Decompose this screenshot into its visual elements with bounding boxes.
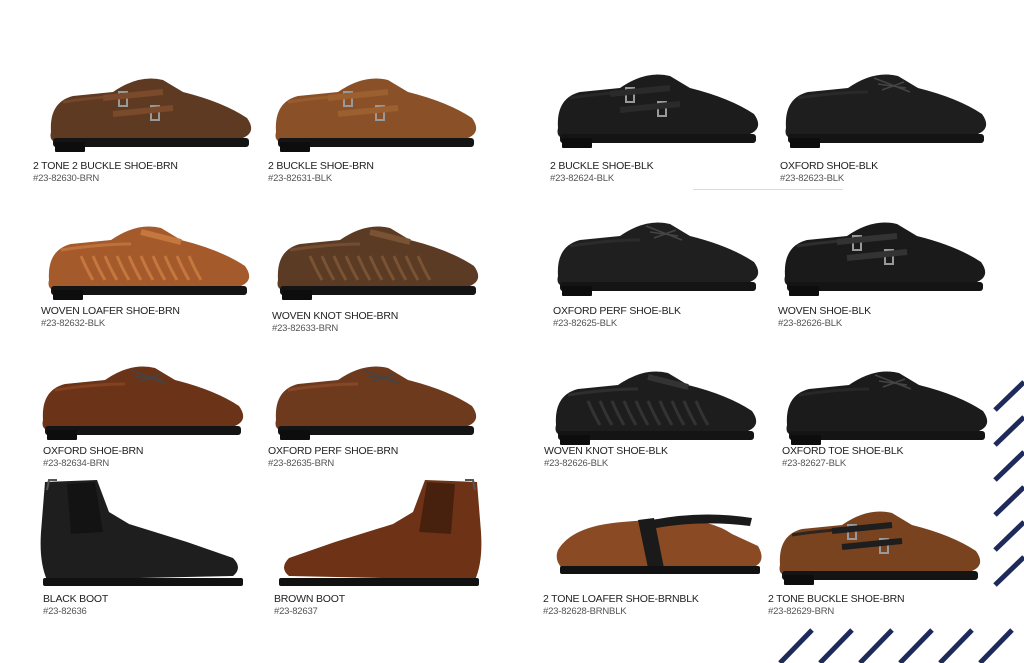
- shoe-image: [275, 366, 477, 440]
- product-name: 2 TONE 2 BUCKLE SHOE-BRN: [33, 160, 178, 172]
- product-code: #23-82632-BLK: [41, 318, 105, 329]
- product-name: OXFORD TOE SHOE-BLK: [782, 445, 904, 457]
- shoe-image: [557, 74, 759, 148]
- shoe-image: [786, 371, 988, 445]
- shoe-image: [279, 479, 482, 586]
- product-code: #23-82626-BLK: [778, 318, 842, 329]
- product-card[interactable]: BROWN BOOT #23-82637: [265, 472, 485, 617]
- product-card[interactable]: OXFORD TOE SHOE-BLK #23-82627-BLK: [779, 355, 999, 480]
- shoe-image: [556, 514, 762, 574]
- shoe-image: [785, 74, 987, 148]
- product-card[interactable]: BLACK BOOT #23-82636: [37, 472, 257, 617]
- product-code: #23-82635-BRN: [268, 458, 335, 469]
- product-code: #23-82627-BLK: [782, 458, 846, 469]
- product-name: 2 TONE BUCKLE SHOE-BRN: [768, 593, 905, 605]
- product-card[interactable]: 2 TONE LOAFER SHOE-BRNBLK #23-82628-BRNB…: [543, 500, 772, 625]
- product-code: #23-82624-BLK: [550, 173, 614, 184]
- shoe-image: [40, 479, 243, 586]
- stripe: [993, 380, 1024, 412]
- product-code: #23-82625-BLK: [553, 318, 617, 329]
- product-card[interactable]: WOVEN KNOT SHOE-BLK #23-82626-BLK: [544, 355, 768, 480]
- product-code: #23-82636: [43, 606, 87, 617]
- shoe-image: [48, 226, 250, 300]
- shoe-image: [779, 511, 981, 585]
- product-name: WOVEN LOAFER SHOE-BRN: [41, 305, 180, 317]
- product-code: #23-82634-BRN: [43, 458, 110, 469]
- product-name: WOVEN KNOT SHOE-BLK: [544, 445, 668, 457]
- stripe: [938, 628, 974, 663]
- stripe: [898, 628, 934, 663]
- product-card[interactable]: OXFORD PERF SHOE-BRN #23-82635-BRN: [268, 350, 488, 475]
- product-card[interactable]: WOVEN SHOE-BLK #23-82626-BLK: [777, 206, 997, 331]
- product-card[interactable]: 2 BUCKLE SHOE-BLK #23-82624-BLK: [550, 58, 770, 186]
- product-code: #23-82631-BLK: [268, 173, 332, 184]
- product-code: #23-82633-BRN: [272, 323, 339, 334]
- product-card[interactable]: 2 TONE 2 BUCKLE SHOE-BRN #23-82630-BRN: [33, 62, 253, 187]
- stripe: [993, 415, 1024, 447]
- product-name: WOVEN SHOE-BLK: [778, 305, 871, 317]
- product-name: OXFORD SHOE-BRN: [43, 445, 144, 457]
- shoe-image: [50, 78, 252, 152]
- stripe: [993, 520, 1024, 552]
- product-name: 2 TONE LOAFER SHOE-BRNBLK: [543, 593, 699, 605]
- product-card[interactable]: OXFORD PERF SHOE-BLK #23-82625-BLK: [550, 206, 770, 331]
- shoe-image: [557, 222, 759, 296]
- divider-line: [693, 189, 843, 190]
- stripe: [858, 628, 894, 663]
- product-name: 2 BUCKLE SHOE-BRN: [268, 160, 374, 172]
- product-card[interactable]: WOVEN KNOT SHOE-BRN #23-82633-BRN: [270, 210, 490, 335]
- shoe-image: [555, 371, 757, 445]
- product-code: #23-82626-BLK: [544, 458, 608, 469]
- product-code: #23-82629-BRN: [768, 606, 835, 617]
- product-name: 2 BUCKLE SHOE-BLK: [550, 160, 654, 172]
- shoe-image: [277, 226, 479, 300]
- product-code: #23-82628-BRNBLK: [543, 606, 627, 617]
- stripe: [993, 450, 1024, 482]
- product-name: OXFORD PERF SHOE-BLK: [553, 305, 681, 317]
- product-name: BLACK BOOT: [43, 593, 109, 605]
- product-code: #23-82623-BLK: [780, 173, 844, 184]
- stripe: [993, 555, 1024, 587]
- product-name: OXFORD SHOE-BLK: [780, 160, 878, 172]
- shoe-image: [42, 366, 244, 440]
- product-card[interactable]: OXFORD SHOE-BLK #23-82623-BLK: [778, 58, 998, 186]
- product-card[interactable]: WOVEN LOAFER SHOE-BRN #23-82632-BLK: [41, 210, 261, 335]
- product-card[interactable]: OXFORD SHOE-BRN #23-82634-BRN: [35, 350, 255, 475]
- product-name: BROWN BOOT: [274, 593, 345, 605]
- product-name: OXFORD PERF SHOE-BRN: [268, 445, 399, 457]
- product-name: WOVEN KNOT SHOE-BRN: [272, 310, 399, 322]
- shoe-image: [784, 222, 986, 296]
- stripe: [993, 485, 1024, 517]
- shoe-image: [275, 78, 477, 152]
- product-code: #23-82630-BRN: [33, 173, 100, 184]
- product-card[interactable]: 2 BUCKLE SHOE-BRN #23-82631-BLK: [268, 62, 488, 187]
- stripe: [978, 628, 1014, 663]
- product-card[interactable]: 2 TONE BUCKLE SHOE-BRN #23-82629-BRN: [768, 495, 992, 620]
- product-code: #23-82637: [274, 606, 318, 617]
- stripe: [818, 628, 854, 663]
- stripe: [778, 628, 814, 663]
